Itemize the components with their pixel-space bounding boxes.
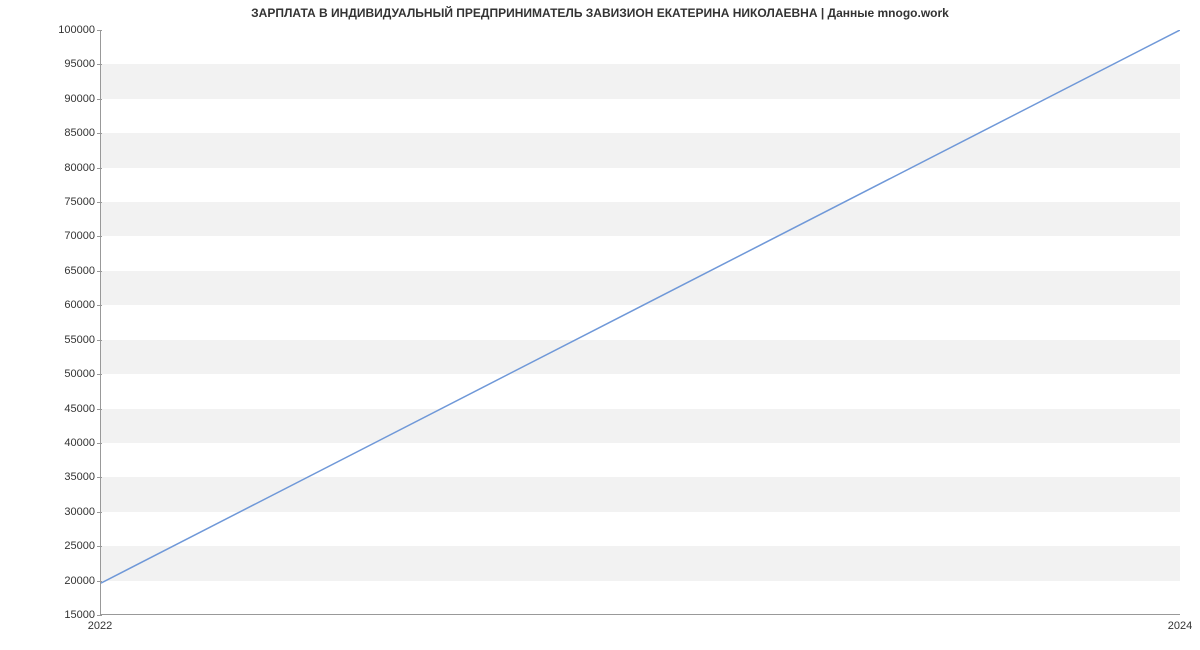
y-tick-label: 95000 (5, 58, 95, 70)
y-tick-label: 40000 (5, 437, 95, 449)
series-line (101, 30, 1180, 583)
y-tick-label: 45000 (5, 403, 95, 415)
y-tick-label: 25000 (5, 540, 95, 552)
y-tick-label: 35000 (5, 471, 95, 483)
line-series (101, 30, 1180, 614)
x-tick-label: 2022 (88, 620, 112, 632)
y-tick-label: 80000 (5, 162, 95, 174)
y-tick-label: 60000 (5, 299, 95, 311)
chart-title: ЗАРПЛАТА В ИНДИВИДУАЛЬНЫЙ ПРЕДПРИНИМАТЕЛ… (0, 6, 1200, 20)
y-tick-label: 90000 (5, 93, 95, 105)
y-tick-label: 30000 (5, 506, 95, 518)
y-tick-label: 50000 (5, 368, 95, 380)
x-tick-label: 2024 (1168, 620, 1192, 632)
y-tick-label: 20000 (5, 575, 95, 587)
y-tick-label: 100000 (5, 24, 95, 36)
y-tick-label: 15000 (5, 609, 95, 621)
y-tick-label: 65000 (5, 265, 95, 277)
y-tick-label: 75000 (5, 196, 95, 208)
plot-area (100, 30, 1180, 615)
y-tick-label: 85000 (5, 127, 95, 139)
y-tick-label: 55000 (5, 334, 95, 346)
y-tick-label: 70000 (5, 230, 95, 242)
